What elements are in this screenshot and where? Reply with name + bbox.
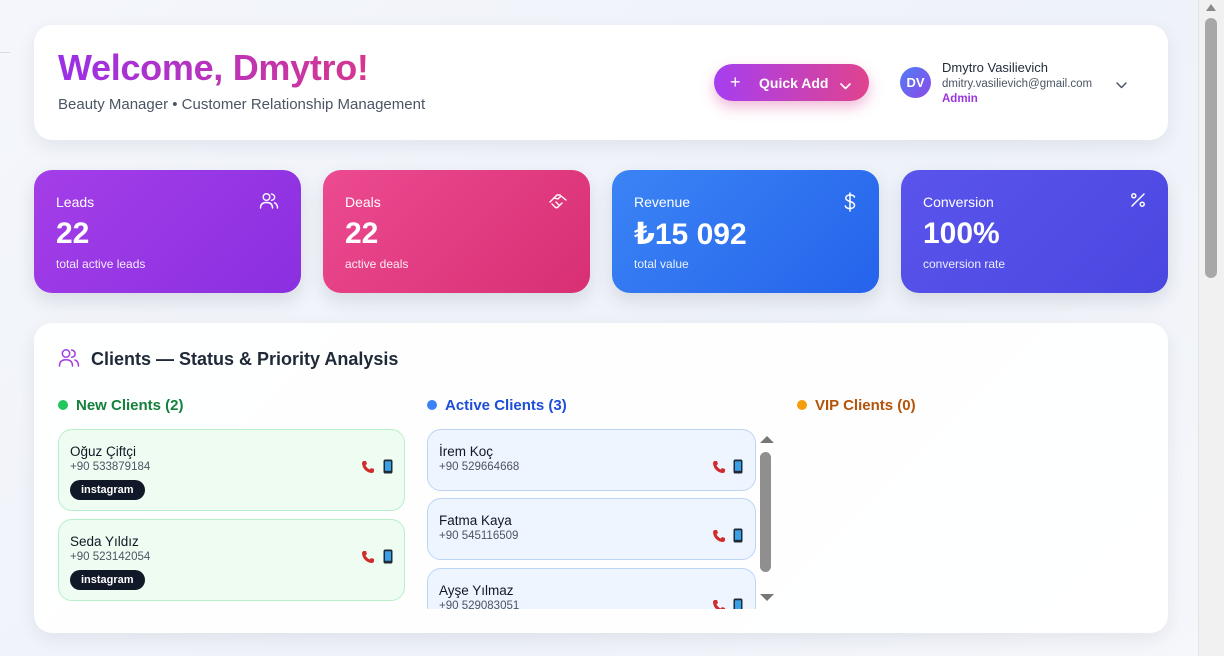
- vip-clients-label: VIP Clients (0): [815, 397, 916, 414]
- handshake-icon: [548, 192, 568, 215]
- stat-card-deals[interactable]: Deals 22 active deals: [323, 170, 590, 293]
- scrollbar-thumb[interactable]: [1205, 18, 1217, 278]
- phone-call-icon[interactable]: [361, 460, 375, 479]
- active-clients-list[interactable]: İrem Koç +90 529664668 Fatma Kaya +90 54…: [427, 429, 774, 609]
- active-clients-scrollbar[interactable]: [759, 433, 775, 605]
- welcome-subtitle: Beauty Manager • Customer Relationship M…: [58, 96, 426, 113]
- stat-label: Conversion: [923, 194, 994, 210]
- stat-subtitle: total value: [634, 257, 689, 271]
- client-phone: +90 529083051: [439, 600, 520, 609]
- active-clients-header: Active Clients (3): [427, 397, 567, 414]
- new-clients-header: New Clients (2): [58, 397, 184, 414]
- stat-subtitle: active deals: [345, 257, 409, 271]
- vip-clients-header: VIP Clients (0): [797, 397, 916, 414]
- user-menu-chevron-icon[interactable]: [1116, 76, 1127, 94]
- stat-value: 22: [56, 217, 90, 250]
- new-clients-list: Oğuz Çiftçi +90 533879184 instagram Seda…: [58, 429, 405, 609]
- client-phone: +90 523142054: [70, 551, 151, 563]
- welcome-header: Welcome, Dmytro! Beauty Manager • Custom…: [34, 25, 1168, 140]
- phone-call-icon[interactable]: [712, 599, 726, 609]
- client-card[interactable]: Oğuz Çiftçi +90 533879184 instagram: [58, 429, 405, 511]
- client-phone: +90 545116509: [439, 530, 519, 542]
- user-email: dmitry.vasilievich@gmail.com: [942, 78, 1093, 90]
- page-edge-divider: [0, 52, 10, 53]
- chevron-down-icon: [840, 77, 851, 93]
- stat-value: ₺15 092: [634, 218, 747, 251]
- client-name: Ayşe Yılmaz: [439, 583, 514, 598]
- stat-label: Revenue: [634, 194, 691, 210]
- client-card[interactable]: Seda Yıldız +90 523142054 instagram: [58, 519, 405, 601]
- quick-add-button[interactable]: + Quick Add: [714, 64, 869, 101]
- percent-icon: [1130, 192, 1146, 213]
- stat-label: Deals: [345, 194, 381, 210]
- new-clients-label: New Clients (2): [76, 397, 184, 414]
- stat-value: 100%: [923, 217, 1000, 250]
- scroll-up-arrow-icon[interactable]: [1206, 4, 1216, 11]
- page-scrollbar[interactable]: [1198, 0, 1224, 656]
- mobile-phone-icon[interactable]: [733, 598, 743, 609]
- source-badge: instagram: [70, 570, 145, 590]
- users-icon: [58, 348, 80, 373]
- user-role: Admin: [942, 93, 978, 105]
- client-name: Fatma Kaya: [439, 513, 512, 528]
- status-dot: [797, 400, 807, 410]
- clients-panel: Clients — Status & Priority Analysis New…: [34, 323, 1168, 633]
- client-name: Seda Yıldız: [70, 534, 139, 549]
- client-card[interactable]: Ayşe Yılmaz +90 529083051: [427, 568, 756, 609]
- mobile-phone-icon[interactable]: [383, 549, 393, 569]
- phone-call-icon[interactable]: [361, 550, 375, 569]
- status-dot: [427, 400, 437, 410]
- scroll-up-arrow-icon[interactable]: [760, 436, 774, 443]
- stat-value: 22: [345, 217, 379, 250]
- clients-panel-title: Clients — Status & Priority Analysis: [91, 349, 399, 369]
- mobile-phone-icon[interactable]: [733, 528, 743, 548]
- client-phone: +90 533879184: [70, 461, 151, 473]
- stat-subtitle: conversion rate: [923, 257, 1006, 271]
- scroll-down-arrow-icon[interactable]: [760, 594, 774, 601]
- client-card[interactable]: İrem Koç +90 529664668: [427, 429, 756, 491]
- source-badge: instagram: [70, 480, 145, 500]
- mobile-phone-icon[interactable]: [383, 459, 393, 479]
- welcome-title: Welcome, Dmytro!: [58, 47, 369, 88]
- client-name: İrem Koç: [439, 444, 494, 459]
- phone-call-icon[interactable]: [712, 529, 726, 548]
- user-name[interactable]: Dmytro Vasilievich: [942, 60, 1048, 75]
- client-card[interactable]: Fatma Kaya +90 545116509: [427, 498, 756, 560]
- mobile-phone-icon[interactable]: [733, 459, 743, 479]
- phone-call-icon[interactable]: [712, 460, 726, 479]
- user-avatar[interactable]: DV: [900, 67, 931, 98]
- scrollbar-thumb[interactable]: [760, 452, 771, 572]
- client-phone: +90 529664668: [439, 461, 520, 473]
- stat-card-leads[interactable]: Leads 22 total active leads: [34, 170, 301, 293]
- dollar-icon: [843, 192, 857, 217]
- client-name: Oğuz Çiftçi: [70, 444, 137, 459]
- stat-card-revenue[interactable]: Revenue ₺15 092 total value: [612, 170, 879, 293]
- status-dot: [58, 400, 68, 410]
- users-icon: [259, 192, 279, 215]
- stat-subtitle: total active leads: [56, 257, 146, 271]
- active-clients-label: Active Clients (3): [445, 397, 567, 414]
- quick-add-label: Quick Add: [759, 75, 829, 91]
- plus-icon: +: [730, 72, 741, 92]
- stat-card-conversion[interactable]: Conversion 100% conversion rate: [901, 170, 1168, 293]
- stat-label: Leads: [56, 194, 95, 210]
